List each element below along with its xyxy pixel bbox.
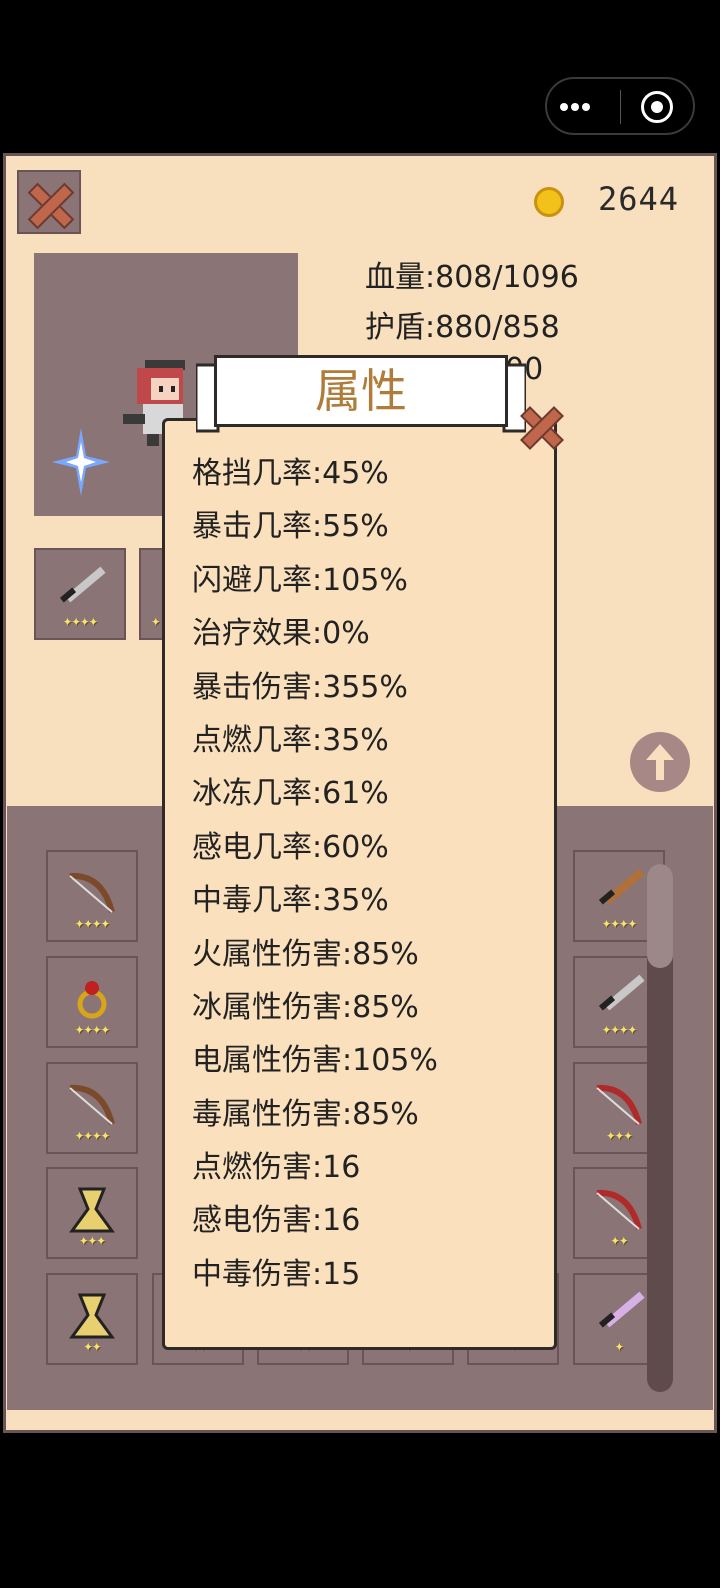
more-dot[interactable] — [571, 103, 579, 111]
scrollbar-thumb[interactable] — [647, 864, 673, 968]
inventory-slot[interactable]: ✦✦✦✦ — [46, 850, 138, 942]
more-dot[interactable] — [560, 103, 568, 111]
attribute-block-rate: 格挡几率:45% — [192, 456, 389, 491]
inventory-slot[interactable]: ✦✦ — [46, 1273, 138, 1365]
attribute-shock-rate: 感电几率:60% — [192, 829, 389, 865]
attribute-fire-damage: 火属性伤害:85% — [192, 936, 419, 972]
close-popup-button[interactable] — [515, 400, 571, 456]
attribute-crit-rate: 暴击几率:55% — [192, 509, 389, 545]
inventory-slot[interactable]: ✦✦✦✦ — [46, 956, 138, 1048]
attribute-crit-damage: 暴击伤害:355% — [192, 669, 408, 705]
attribute-dodge-rate: 闪避几率:105% — [192, 562, 408, 598]
inventory-slot[interactable]: ✦✦✦ — [46, 1167, 138, 1259]
close-panel-button[interactable] — [17, 170, 81, 234]
attribute-heal-effect: 治疗效果:0% — [192, 616, 370, 652]
attribute-poison-tick-damage: 中毒伤害:15 — [192, 1256, 361, 1292]
attribute-poison-rate: 中毒几率:35% — [192, 883, 389, 919]
coin-amount: 2644 — [598, 180, 680, 218]
upgrade-arrow-icon[interactable] — [630, 732, 690, 792]
hp-stat: 血量:808/1096 — [365, 260, 579, 295]
inventory-slot[interactable]: ✦✦✦✦ — [46, 1062, 138, 1154]
attribute-ice-damage: 冰属性伤害:85% — [192, 989, 419, 1025]
more-dot[interactable] — [582, 103, 590, 111]
capsule-divider — [620, 90, 621, 124]
coin-icon — [534, 187, 564, 217]
sparkle-icon — [52, 428, 110, 496]
attribute-freeze-rate: 冰冻几率:61% — [192, 776, 389, 812]
attribute-electric-damage: 电属性伤害:105% — [192, 1043, 438, 1079]
shield-stat: 护盾:880/858 — [365, 310, 560, 345]
attribute-ignite-damage: 点燃伤害:16 — [192, 1150, 361, 1186]
attribute-shock-damage: 感电伤害:16 — [192, 1203, 361, 1239]
equipped-weapon-slot[interactable]: ✦✦✦✦ — [34, 548, 126, 640]
attribute-poison-damage: 毒属性伤害:85% — [192, 1096, 419, 1132]
close-miniprogram-icon[interactable] — [641, 91, 673, 123]
attribute-ignite-rate: 点燃几率:35% — [192, 722, 389, 758]
popup-title: 属性 — [315, 364, 407, 418]
attribute-list: 格挡几率:45% 暴击几率:55% 闪避几率:105% 治疗效果:0% 暴击伤害… — [192, 454, 438, 1308]
